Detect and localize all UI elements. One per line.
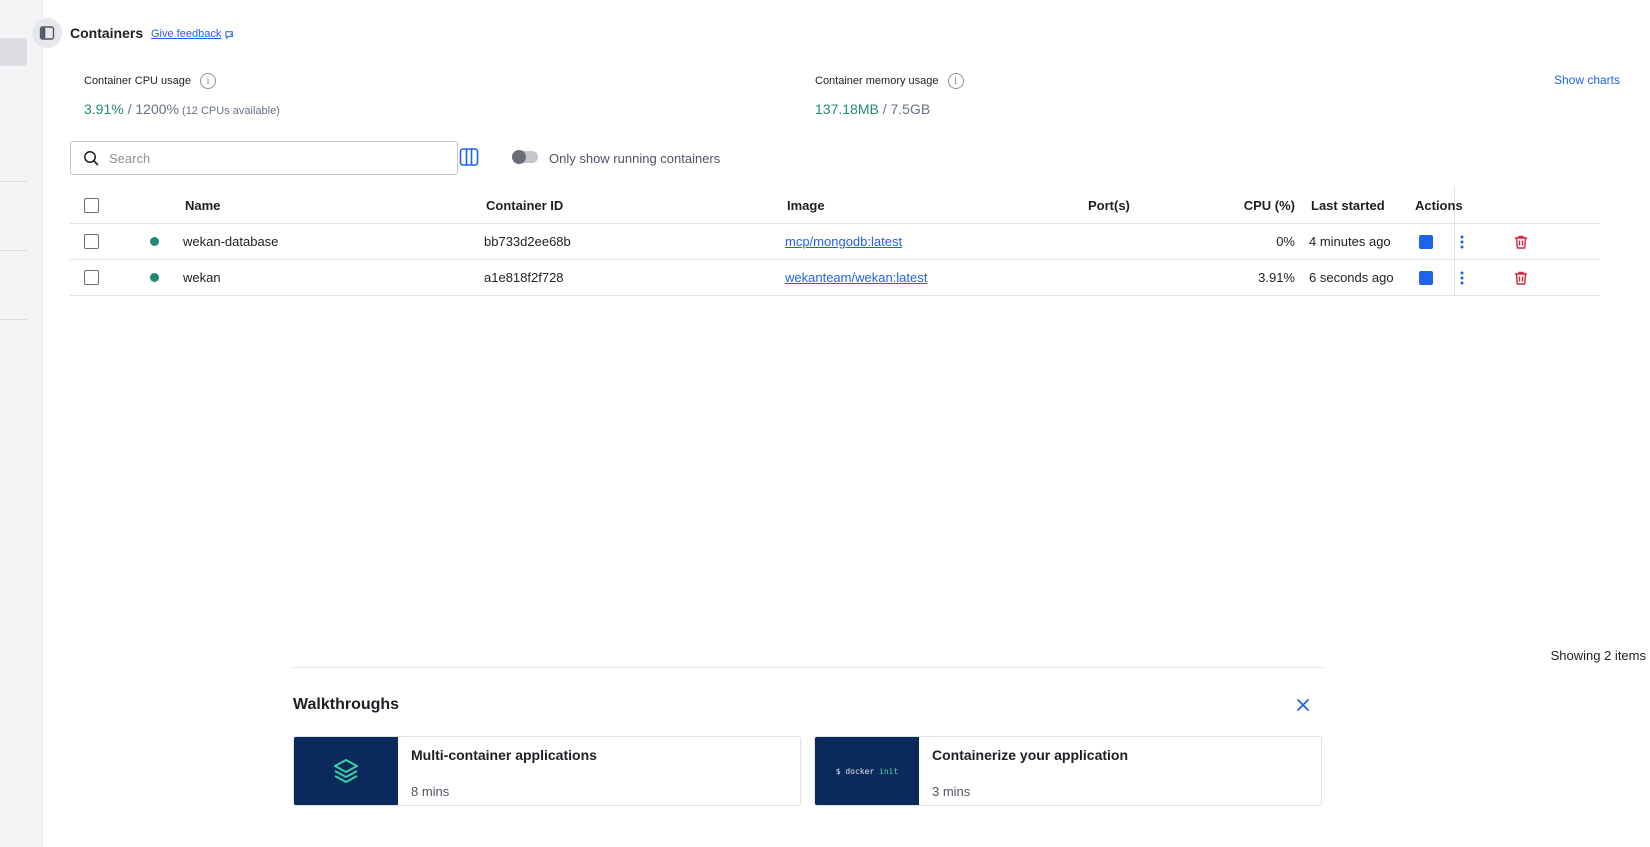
memory-usage-label: Container memory usage xyxy=(815,75,939,87)
cpu-usage-stat: Container CPU usage i 3.91% / 1200% (12 … xyxy=(84,73,280,117)
sidebar-selected-item[interactable] xyxy=(0,38,27,66)
stop-button[interactable] xyxy=(1419,270,1433,285)
walkthrough-thumbnail: $ docker init xyxy=(815,737,919,805)
feedback-icon xyxy=(225,30,234,39)
more-actions-button[interactable] xyxy=(1455,260,1469,295)
kebab-menu-icon xyxy=(1460,235,1464,248)
walkthroughs-divider xyxy=(293,667,1323,668)
walkthrough-title: Containerize your application xyxy=(932,747,1129,763)
delete-button[interactable] xyxy=(1513,224,1529,259)
cpu-usage-label: Container CPU usage xyxy=(84,75,192,87)
row-checkbox[interactable] xyxy=(84,234,99,249)
more-actions-button[interactable] xyxy=(1455,224,1469,259)
walkthrough-duration: 8 mins xyxy=(411,784,450,799)
status-running-indicator xyxy=(150,273,159,282)
column-header-cpu[interactable]: CPU (%) xyxy=(1220,187,1295,223)
close-icon xyxy=(1297,699,1309,711)
walkthrough-card[interactable]: Multi-container applications 8 mins xyxy=(293,736,801,806)
column-header-ports[interactable]: Port(s) xyxy=(1088,187,1130,223)
containers-table: Name Container ID Image Port(s) CPU (%) … xyxy=(70,187,1600,296)
search-icon xyxy=(84,151,99,166)
container-id: bb733d2ee68b xyxy=(484,234,571,249)
sidebar-divider xyxy=(0,181,27,182)
column-header-actions: Actions xyxy=(1415,197,1463,213)
memory-usage-total: / 7.5GB xyxy=(878,101,931,117)
kebab-menu-icon xyxy=(1460,271,1464,284)
container-id: a1e818f2f728 xyxy=(484,270,564,285)
select-all-checkbox[interactable] xyxy=(84,197,99,213)
column-header-image[interactable]: Image xyxy=(787,187,825,223)
table-row[interactable]: wekan-database bb733d2ee68b mcp/mongodb:… xyxy=(70,224,1600,260)
status-running-indicator xyxy=(150,237,159,246)
walkthroughs-title: Walkthroughs xyxy=(293,696,400,713)
page-title: Containers xyxy=(70,25,144,41)
sidebar-divider xyxy=(0,250,27,251)
table-row[interactable]: wekan a1e818f2f728 wekanteam/wekan:lates… xyxy=(70,260,1600,296)
table-header-row: Name Container ID Image Port(s) CPU (%) … xyxy=(70,187,1600,224)
walkthrough-thumbnail xyxy=(294,737,398,805)
info-icon[interactable]: i xyxy=(947,73,964,89)
stop-button[interactable] xyxy=(1419,234,1433,249)
delete-button[interactable] xyxy=(1513,260,1529,295)
memory-usage-value: 137.18MB xyxy=(815,101,879,117)
trash-icon xyxy=(1515,235,1527,249)
container-image-link[interactable]: wekanteam/wekan:latest xyxy=(785,260,927,295)
memory-usage-stat: Container memory usage i 137.18MB / 7.5G… xyxy=(815,73,964,117)
layers-icon xyxy=(334,759,358,783)
container-name[interactable]: wekan xyxy=(183,260,221,295)
give-feedback-label: Give feedback xyxy=(151,28,222,40)
column-header-last-started[interactable]: Last started xyxy=(1311,187,1385,223)
container-image-link[interactable]: mcp/mongodb:latest xyxy=(785,224,902,259)
toggle-sidebar-button[interactable] xyxy=(32,18,62,48)
show-charts-link[interactable]: Show charts xyxy=(1554,73,1620,87)
column-header-container-id[interactable]: Container ID xyxy=(486,187,563,223)
search-placeholder: Search xyxy=(109,150,151,166)
walkthrough-duration: 3 mins xyxy=(932,784,971,799)
cpu-count-note: (12 CPUs available) xyxy=(178,105,280,117)
terminal-prompt: $ docker xyxy=(835,766,875,776)
cpu-usage-total: / 1200% xyxy=(123,101,179,117)
walkthrough-card[interactable]: $ docker init Containerize your applicat… xyxy=(814,736,1322,806)
terminal-command: $ docker init xyxy=(836,767,899,776)
row-checkbox[interactable] xyxy=(84,270,99,285)
trash-icon xyxy=(1515,271,1527,285)
left-sidebar-rail xyxy=(0,0,43,847)
info-icon[interactable]: i xyxy=(200,73,217,89)
search-input[interactable]: Search xyxy=(70,141,458,175)
terminal-keyword: init xyxy=(879,766,899,776)
column-settings-button[interactable] xyxy=(459,147,481,169)
close-walkthroughs-button[interactable] xyxy=(1296,698,1312,714)
container-name[interactable]: wekan-database xyxy=(183,224,278,259)
cpu-usage-value: 3.91% xyxy=(84,101,124,117)
sidebar-panel-icon xyxy=(39,26,55,40)
column-header-name[interactable]: Name xyxy=(185,187,220,223)
toggle-knob xyxy=(512,150,526,164)
container-last-started: 6 seconds ago xyxy=(1309,270,1394,285)
running-only-label: Only show running containers xyxy=(549,151,721,166)
container-cpu: 3.91% xyxy=(1258,270,1295,285)
give-feedback-link[interactable]: Give feedback xyxy=(151,28,235,40)
items-count: Showing 2 items xyxy=(1550,648,1646,663)
container-cpu: 0% xyxy=(1276,234,1295,249)
main-content: Containers Give feedback Container CPU u… xyxy=(32,0,1650,847)
sidebar-divider xyxy=(0,319,27,320)
columns-icon xyxy=(459,148,479,166)
walkthrough-title: Multi-container applications xyxy=(411,747,597,763)
container-last-started: 4 minutes ago xyxy=(1309,234,1391,249)
running-only-toggle[interactable] xyxy=(512,150,538,164)
